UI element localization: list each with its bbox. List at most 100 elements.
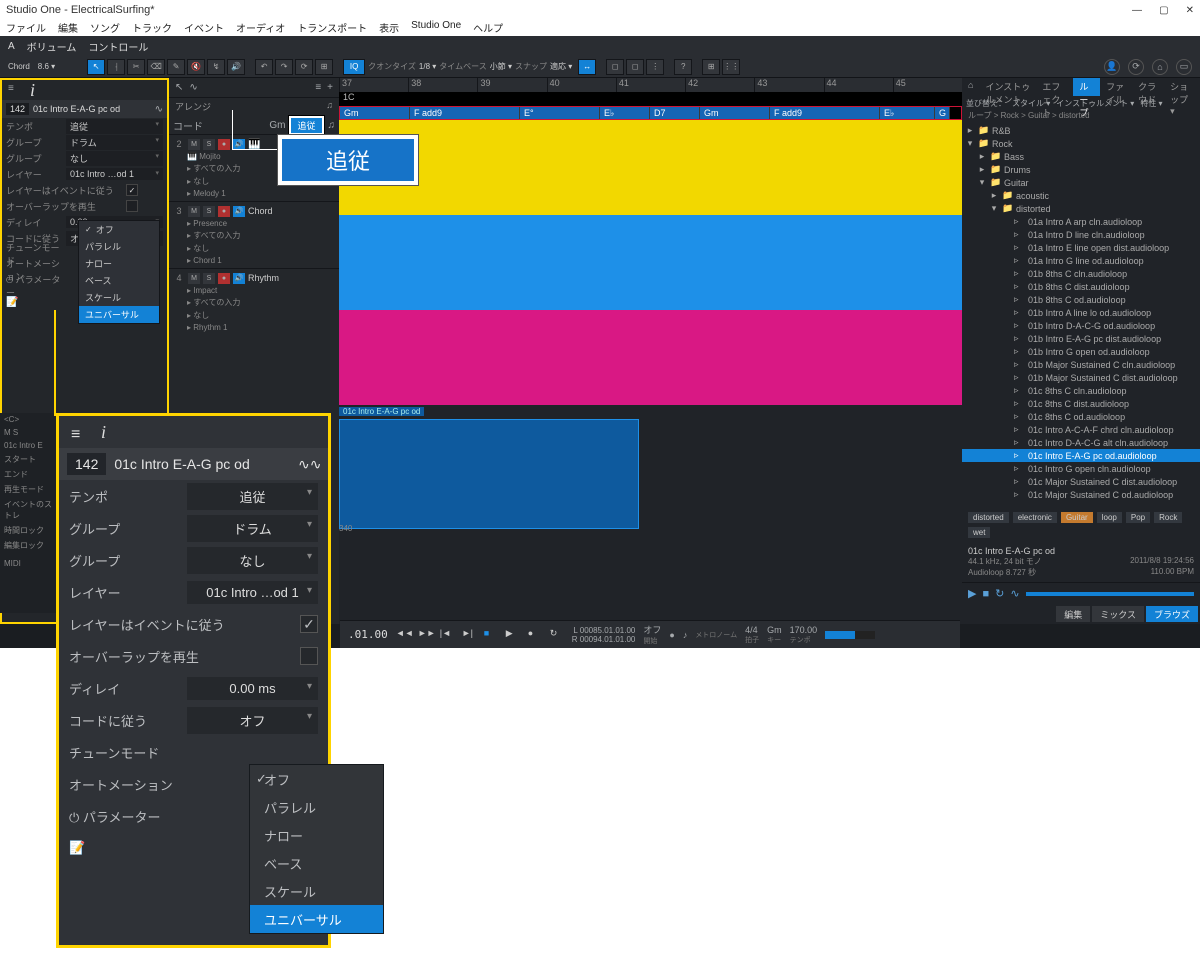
chord-menu-icon[interactable]: ♫ [328,120,336,131]
track-3[interactable]: 3MS●🔊Chord ▸ Presence ▸ すべての入力 ▸ なし ▸ Ch… [169,201,339,268]
mute-button[interactable]: M [188,273,200,284]
browser-breadcrumb[interactable]: ループ > Rock > Guitar > distorted [962,110,1200,124]
chord-bar[interactable]: GmF add9E°E♭D7GmF add9E♭G [339,106,962,120]
home-icon[interactable]: ⌂ [1152,59,1168,75]
stop-icon[interactable]: ■ [484,628,498,642]
overlap-checkbox[interactable] [126,200,138,212]
browser-tab[interactable]: インストゥルメント [979,78,1036,96]
browser-tag[interactable]: Rock [1154,512,1182,523]
mute-tool-icon[interactable]: 🔇 [187,59,205,75]
tree-file[interactable]: ▹01c Intro A-C-A-F chrd cln.audioloop [962,423,1200,436]
transport-position[interactable]: .01.00 [348,628,388,641]
sort-instrument[interactable]: インストゥルメント ▾ [1056,98,1134,109]
preview-sync-icon[interactable]: ∿ [1010,587,1019,600]
list-icon[interactable]: ≡ [8,83,22,97]
mute-button[interactable]: M [188,139,200,150]
tree-file[interactable]: ▹01b Intro D-A-C-G od.audioloop [962,319,1200,332]
bottom-tab[interactable]: ミックス [1092,606,1144,622]
tree-file[interactable]: ▹01b 8ths C od.audioloop [962,293,1200,306]
prev-icon[interactable]: |◄ [440,628,454,642]
z-parameter-label[interactable]: ⏻ パラメーター [69,807,187,826]
chord-follow-button[interactable]: 追従 [289,116,323,135]
browser-tag[interactable]: Guitar [1061,512,1093,523]
z-tune-option[interactable]: スケール [250,877,383,905]
browser-tag[interactable]: loop [1097,512,1122,523]
tree-file[interactable]: ▹01c Intro D-A-C-G alt cln.audioloop [962,436,1200,449]
tree-file[interactable]: ▹01c 8ths C cln.audioloop [962,384,1200,397]
snap-value[interactable]: 適応 ▾ [550,61,572,72]
tree-file[interactable]: ▹01a Intro G line od.audioloop [962,254,1200,267]
track-arrow-icon[interactable]: ↖ [175,82,183,93]
audio-clip[interactable] [339,419,639,529]
next-icon[interactable]: ►| [462,628,476,642]
record-button[interactable]: ● [218,273,230,284]
tune-option[interactable]: ベース [79,272,159,289]
ripple-icon[interactable]: ↔ [578,59,596,75]
browser-tab[interactable]: ループ [1073,78,1100,96]
tree-folder[interactable]: ▾📁Rock [962,137,1200,150]
z-edit-icon[interactable]: 📝 [69,840,187,856]
add-track-icon[interactable]: + [327,82,333,93]
mode-1-icon[interactable]: ◻ [606,59,624,75]
monitor-button[interactable]: 🔊 [233,273,245,284]
chord-cell[interactable]: E♭ [600,107,650,119]
tree-file[interactable]: ▹01b Intro G open od.audioloop [962,345,1200,358]
ruler[interactable]: 373839404142434445 [339,78,962,92]
tree-folder[interactable]: ▸📁Bass [962,150,1200,163]
tree-folder[interactable]: ▸📁acoustic [962,189,1200,202]
track-list-icon[interactable]: ≡ [315,82,321,93]
tune-option[interactable]: オフ [79,221,159,238]
snap-icon[interactable]: ⊞ [315,59,333,75]
chord-selector[interactable]: Chord [8,62,30,71]
play-icon[interactable]: ▶ [506,628,520,642]
browser-tree[interactable]: ▸📁R&B▾📁Rock▸📁Bass▸📁Drums▾📁Guitar▸📁acoust… [962,124,1200,508]
menu-ファイル[interactable]: ファイル [6,20,46,36]
volume-label[interactable]: ボリューム [27,39,77,54]
bend-tool-icon[interactable]: ↯ [207,59,225,75]
group1-select[interactable]: ドラム [66,135,163,150]
bottom-tab[interactable]: 編集 [1056,606,1090,622]
tree-file[interactable]: ▹01b Major Sustained C dist.audioloop [962,371,1200,384]
menu-ソング[interactable]: ソング [90,20,120,36]
control-label[interactable]: コントロール [88,39,148,54]
z-layer-select[interactable]: 01c Intro …od 1 [187,581,318,604]
sort-style[interactable]: スタイル ▾ [1012,98,1050,109]
redo-icon[interactable]: ↷ [275,59,293,75]
chord-cell[interactable]: Gm [700,107,770,119]
tune-option[interactable]: スケール [79,289,159,306]
automation-a[interactable]: A [8,41,15,52]
chord-cell[interactable]: E° [520,107,600,119]
zoom-pct[interactable]: 8.6 ▾ [38,62,55,71]
listen-tool-icon[interactable]: 🔊 [227,59,245,75]
browser-tag[interactable]: distorted [968,512,1009,523]
view-1-icon[interactable]: ⊞ [702,59,720,75]
preview-play-icon[interactable]: ▶ [968,587,976,600]
group2-select[interactable]: なし [66,151,163,166]
timebase-value[interactable]: 小節 ▾ [490,61,512,72]
autoscroll-icon[interactable]: ⟳ [295,59,313,75]
menu-オーディオ[interactable]: オーディオ [236,20,285,36]
bottom-tab[interactable]: ブラウズ [1146,606,1198,622]
tree-file[interactable]: ▹01c 8ths C dist.audioloop [962,397,1200,410]
z-chord-select[interactable]: オフ [187,707,318,734]
browser-tag[interactable]: Pop [1126,512,1150,523]
preview-volume[interactable] [1026,592,1194,596]
close-icon[interactable]: ✕ [1186,5,1194,16]
record-button[interactable]: ● [218,139,230,150]
z-tune-option[interactable]: ベース [250,849,383,877]
draw-tool-icon[interactable]: ✎ [167,59,185,75]
chord-cell[interactable]: F add9 [410,107,520,119]
track-lane-4[interactable] [339,310,962,405]
chord-cell[interactable]: Gm [340,107,410,119]
range-tool-icon[interactable]: ⸡ [107,59,125,75]
tree-file[interactable]: ▹01a Intro D line cln.audioloop [962,228,1200,241]
menu-表示[interactable]: 表示 [379,20,399,36]
tree-folder[interactable]: ▾📁distorted [962,202,1200,215]
z-tempo-select[interactable]: 追従 [187,483,318,510]
menu-ヘルプ[interactable]: ヘルプ [473,20,503,36]
solo-button[interactable]: S [203,139,215,150]
tree-file[interactable]: ▹01c Major Sustained C od.audioloop [962,488,1200,501]
solo-button[interactable]: S [203,206,215,217]
z-tune-option[interactable]: オフ [250,765,383,793]
tempo-select[interactable]: 追従 [66,119,163,134]
